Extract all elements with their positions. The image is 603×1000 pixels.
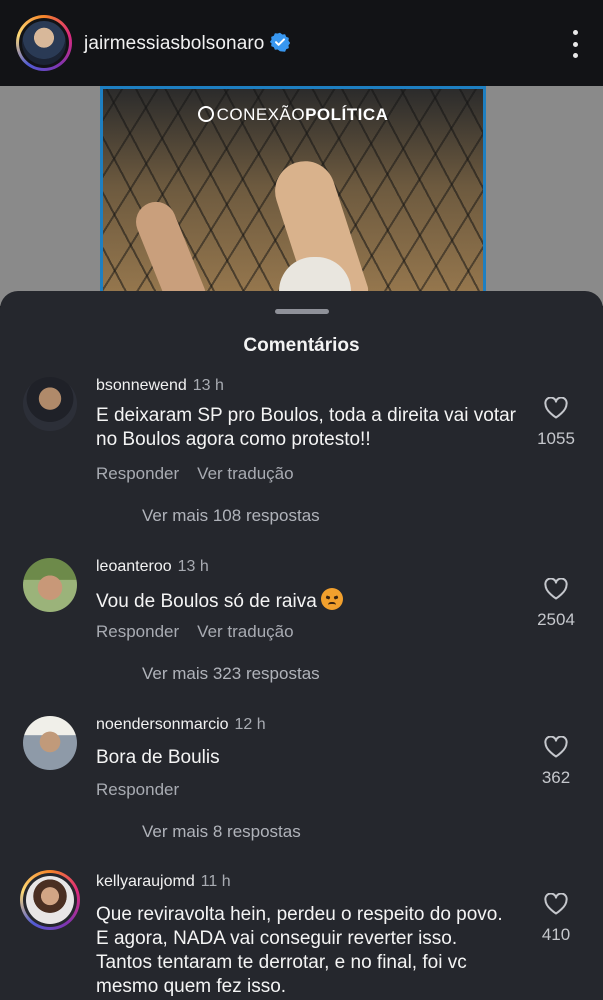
post-image[interactable]: CONEXÃOPOLÍTICA — [100, 86, 486, 306]
heart-icon[interactable] — [544, 397, 568, 419]
commenter-avatar[interactable] — [23, 716, 77, 770]
commenter-avatar[interactable] — [23, 377, 77, 431]
view-more-replies[interactable]: Ver mais 323 respostas — [142, 664, 320, 684]
comment-text: E deixaram SP pro Boulos, toda a direita… — [96, 405, 516, 450]
comment-text: Bora de Boulis — [96, 747, 220, 768]
comment-username-row: bsonnewend 13 h — [96, 377, 224, 395]
comment-text: Que reviravolta hein, perdeu o respeito … — [96, 904, 503, 997]
heart-icon[interactable] — [544, 893, 568, 915]
like-count: 1055 — [537, 429, 575, 448]
like-block: 1055 — [531, 397, 581, 449]
image-brand-logo: CONEXÃOPOLÍTICA — [103, 105, 483, 125]
post-media-area: CONEXÃOPOLÍTICA — [0, 86, 603, 306]
view-more-replies[interactable]: Ver mais 8 respostas — [142, 822, 301, 842]
comment-username[interactable]: noendersonmarcio — [96, 716, 229, 733]
comment-text: Vou de Boulos só de raiva — [96, 591, 317, 612]
comment-username[interactable]: kellyaraujomd — [96, 873, 195, 890]
brand-logo-icon — [197, 106, 214, 122]
angry-face-icon — [320, 588, 343, 610]
translate-button[interactable]: Ver tradução — [197, 464, 293, 483]
like-block: 2504 — [531, 578, 581, 630]
comment-time: 13 h — [177, 558, 209, 575]
comment-username-row: noendersonmarcio 12 h — [96, 716, 266, 734]
like-block: 410 — [531, 893, 581, 945]
like-count: 362 — [541, 768, 571, 787]
comment-time: 12 h — [234, 716, 266, 733]
comment-actions: Responder Ver tradução — [96, 464, 294, 484]
commenter-avatar[interactable] — [23, 558, 77, 612]
brand-suffix: POLÍTICA — [305, 105, 389, 124]
heart-icon[interactable] — [544, 578, 568, 600]
more-options-icon[interactable] — [569, 30, 581, 58]
brand-prefix: CONEXÃO — [216, 105, 306, 124]
verified-badge-icon — [270, 32, 291, 52]
reply-button[interactable]: Responder — [96, 622, 179, 641]
post-username[interactable]: jairmessiasbolsonaro — [84, 33, 264, 54]
translate-button[interactable]: Ver tradução — [197, 622, 293, 641]
comment-username[interactable]: bsonnewend — [96, 377, 187, 394]
comment-time: 11 h — [200, 873, 231, 890]
comment-username-row: leoanteroo 13 h — [96, 558, 209, 576]
view-more-replies[interactable]: Ver mais 108 respostas — [142, 506, 320, 526]
comment-time: 13 h — [192, 377, 224, 394]
reply-button[interactable]: Responder — [96, 464, 179, 483]
like-count: 2504 — [537, 610, 575, 629]
commenter-avatar[interactable] — [20, 870, 80, 930]
comment-actions: Responder — [96, 780, 179, 800]
comment-username[interactable]: leoanteroo — [96, 558, 172, 575]
reply-button[interactable]: Responder — [96, 780, 179, 799]
heart-icon[interactable] — [544, 736, 568, 758]
comment-actions: Responder Ver tradução — [96, 622, 294, 642]
like-block: 362 — [531, 736, 581, 788]
post-username-row[interactable]: jairmessiasbolsonaro — [84, 32, 291, 55]
like-count: 410 — [541, 925, 571, 944]
sheet-title: Comentários — [243, 335, 360, 356]
sheet-drag-handle[interactable] — [275, 309, 329, 314]
post-header: jairmessiasbolsonaro — [0, 0, 603, 86]
profile-avatar[interactable] — [16, 15, 72, 71]
comments-sheet: Comentários bsonnewend 13 h E deixaram SP… — [0, 291, 603, 1000]
comment-username-row: kellyaraujomd 11 h — [96, 873, 231, 891]
comment-text-row: Vou de Boulos só de raiva — [96, 588, 516, 614]
